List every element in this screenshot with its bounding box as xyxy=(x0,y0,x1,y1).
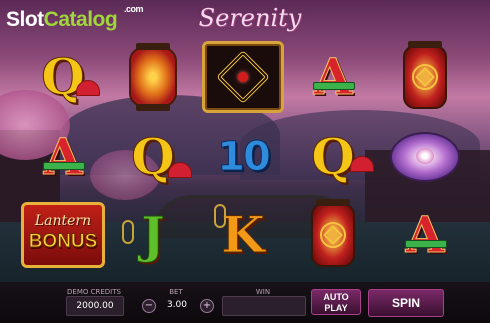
lantern-cap xyxy=(316,199,350,206)
reel-symbol: Lantern BONUS xyxy=(18,196,108,274)
green-bar-icon xyxy=(405,240,447,248)
watermark-logo: SlotCatalog .com xyxy=(6,4,144,32)
reel-symbol: K xyxy=(198,196,288,274)
symbol-letter: A xyxy=(313,47,353,106)
reel-symbol xyxy=(380,38,470,116)
reel-symbol xyxy=(380,118,470,196)
symbol-letter: A xyxy=(405,205,445,264)
red-lantern-icon xyxy=(129,43,177,111)
fan-icon xyxy=(168,162,192,178)
golden-knot-icon xyxy=(202,41,284,113)
lantern-bonus-symbol: Lantern BONUS xyxy=(21,202,105,268)
bet-label: BET xyxy=(169,288,183,296)
purple-lantern-icon xyxy=(390,132,460,182)
win-value xyxy=(222,296,306,316)
control-panel: DEMO CREDITS 2000.00 BET − 3.00 + WIN AU… xyxy=(0,282,490,323)
tall-red-lantern-icon xyxy=(311,199,355,267)
symbol-letter: A xyxy=(43,127,83,186)
green-bar-icon xyxy=(43,162,85,170)
reel-symbol xyxy=(288,196,378,274)
bet-decrease-button[interactable]: − xyxy=(142,299,156,313)
lantern-emblem-icon xyxy=(320,222,346,248)
bet-increase-button[interactable]: + xyxy=(200,299,214,313)
watermark-catalog: Catalog xyxy=(43,8,118,31)
game-title: Serenity xyxy=(198,4,302,32)
green-bar-icon xyxy=(313,82,355,90)
tall-red-lantern-icon xyxy=(403,41,447,109)
reel-symbol: Q xyxy=(18,38,108,116)
symbol-number: 10 xyxy=(217,134,272,181)
fan-icon xyxy=(350,156,374,172)
lantern-cap xyxy=(136,104,170,111)
symbol-letter: K xyxy=(221,205,265,264)
red-gem-icon xyxy=(238,72,248,82)
reel-symbol: A xyxy=(380,196,470,274)
flower-icon xyxy=(416,148,434,164)
dragon-icon xyxy=(122,220,134,244)
symbol-letter: Q xyxy=(311,127,356,186)
reel-grid: Q A Lantern BONUS Q J 10 K A Q A xyxy=(18,38,470,274)
lantern-cap xyxy=(136,43,170,50)
win-label: WIN xyxy=(255,288,271,296)
reel-symbol xyxy=(108,38,198,116)
spin-button[interactable]: SPIN xyxy=(368,289,444,317)
reel-symbol: A xyxy=(18,118,108,196)
autoplay-button[interactable]: AUTO PLAY xyxy=(311,289,361,315)
dragon-icon xyxy=(214,204,226,228)
symbol-letter: J xyxy=(141,205,166,264)
reel-symbol: A xyxy=(288,38,378,116)
reel-symbol: 10 xyxy=(198,118,288,196)
reel-symbol: Q xyxy=(288,118,378,196)
bet-value: 3.00 xyxy=(166,300,188,310)
watermark-slot: Slot xyxy=(6,8,44,31)
fan-icon xyxy=(76,80,100,96)
demo-credits-label: DEMO CREDITS xyxy=(67,288,121,296)
reel-symbol: Q xyxy=(108,118,198,196)
lantern-cap xyxy=(408,41,442,48)
reel-symbol: J xyxy=(108,196,198,274)
lantern-emblem-icon xyxy=(412,64,438,90)
bonus-label-top: Lantern xyxy=(34,213,92,229)
autoplay-label-line1: AUTO xyxy=(323,292,349,302)
autoplay-label-line2: PLAY xyxy=(324,303,348,313)
demo-credits-value: 2000.00 xyxy=(66,296,124,316)
bonus-label-bottom: BONUS xyxy=(28,231,98,253)
watermark-com: .com xyxy=(124,4,144,14)
reel-symbol xyxy=(198,38,288,116)
